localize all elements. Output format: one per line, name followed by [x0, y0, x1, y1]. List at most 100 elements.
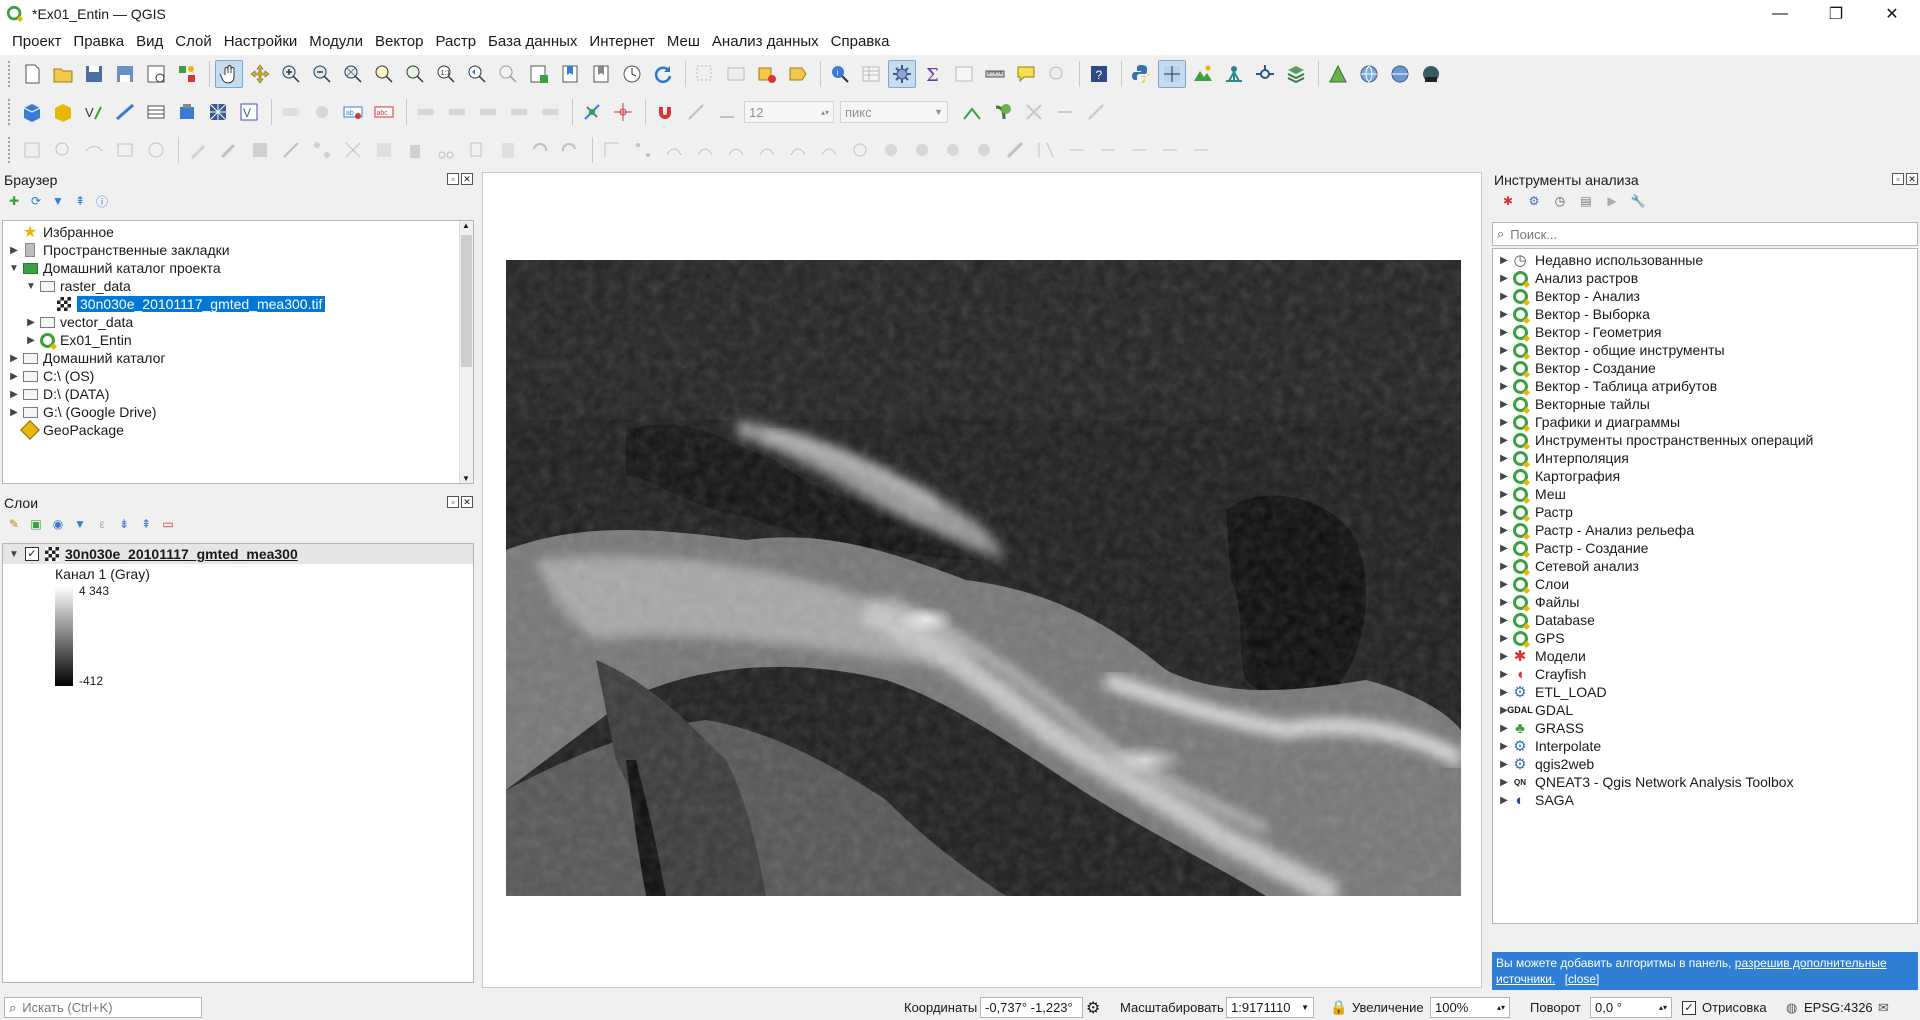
- graph-icon[interactable]: [1251, 60, 1279, 88]
- processing-group-item[interactable]: ▶ ♣ GRASS: [1493, 719, 1917, 737]
- measure-icon[interactable]: [981, 60, 1009, 88]
- results-icon[interactable]: ▤: [1578, 193, 1594, 209]
- expand-arrow-icon[interactable]: ▶: [1497, 759, 1511, 770]
- simplify-icon[interactable]: [815, 136, 843, 164]
- add-ring-icon[interactable]: [846, 136, 874, 164]
- menu-settings[interactable]: Настройки: [218, 33, 304, 50]
- processing-group-item[interactable]: ▶ Картография: [1493, 467, 1917, 485]
- label-tool-icon[interactable]: [277, 98, 305, 126]
- processing-group-item[interactable]: ▶ Интерполяция: [1493, 449, 1917, 467]
- processing-group-item[interactable]: ▶ Растр - Анализ рельефа: [1493, 521, 1917, 539]
- processing-group-item[interactable]: ▶ Database: [1493, 611, 1917, 629]
- expand-arrow-icon[interactable]: ▶: [1497, 507, 1511, 518]
- crosshair-icon[interactable]: [609, 98, 637, 126]
- delete-part-icon[interactable]: [970, 136, 998, 164]
- float-panel-icon[interactable]: ▫: [447, 173, 459, 185]
- layer-visibility-checkbox[interactable]: ✓: [25, 547, 39, 561]
- snapping-icon[interactable]: [578, 98, 606, 126]
- expand-arrow-icon[interactable]: ▶: [1497, 417, 1511, 428]
- processing-group-item[interactable]: ▶ Файлы: [1493, 593, 1917, 611]
- processing-group-item[interactable]: ▶ ⚙ ETL_LOAD: [1493, 683, 1917, 701]
- processing-search-input[interactable]: ⌕ Поиск...: [1492, 222, 1918, 246]
- processing-group-item[interactable]: ▶ Вектор - общие инструменты: [1493, 341, 1917, 359]
- info-icon[interactable]: ⓘ: [94, 193, 110, 209]
- save-project-icon[interactable]: [80, 60, 108, 88]
- expand-arrow-icon[interactable]: ▶: [1497, 651, 1511, 662]
- coords-value[interactable]: -0,737° -1,223°: [980, 997, 1083, 1018]
- expand-arrow-icon[interactable]: ▶: [7, 389, 21, 400]
- processing-group-item[interactable]: ▶ Векторные тайлы: [1493, 395, 1917, 413]
- edit-attrs-icon[interactable]: [370, 136, 398, 164]
- locator-search-input[interactable]: ⌕ Искать (Ctrl+K): [4, 997, 202, 1018]
- digitize-circle-icon[interactable]: [142, 136, 170, 164]
- label-move-icon[interactable]: [308, 98, 336, 126]
- processing-group-item[interactable]: ▶ Графики и диаграммы: [1493, 413, 1917, 431]
- field-calc-icon[interactable]: [950, 60, 978, 88]
- diagram4-icon[interactable]: [505, 98, 533, 126]
- browser-item[interactable]: ▶ D:\ (DATA): [3, 385, 473, 403]
- minimize-button[interactable]: —: [1752, 0, 1808, 28]
- terrain-icon[interactable]: [1189, 60, 1217, 88]
- digitize-point-icon[interactable]: [18, 136, 46, 164]
- extra5-digitize-icon[interactable]: [1187, 136, 1215, 164]
- layer-row[interactable]: ▼ ✓ 30n030e_20101117_gmted_mea300: [3, 544, 473, 564]
- toolbar-grip[interactable]: [8, 137, 12, 163]
- zoom-in-icon[interactable]: [277, 60, 305, 88]
- statistics-icon[interactable]: Σ: [919, 60, 947, 88]
- zoom-input[interactable]: 100% ▴▾: [1430, 997, 1510, 1018]
- scroll-thumb[interactable]: [461, 235, 472, 367]
- print-layout-icon[interactable]: [142, 60, 170, 88]
- expand-arrow-icon[interactable]: ▶: [1497, 777, 1511, 788]
- georeferencer-icon[interactable]: [1158, 60, 1186, 88]
- rotation-input[interactable]: 0,0 ° ▴▾: [1590, 997, 1672, 1018]
- expand-arrow-icon[interactable]: ▶: [7, 371, 21, 382]
- globe-plugin2-icon[interactable]: [1386, 60, 1414, 88]
- redo-icon[interactable]: [556, 136, 584, 164]
- processing-group-item[interactable]: ▶ Меш: [1493, 485, 1917, 503]
- expand-arrow-icon[interactable]: ▶: [1497, 291, 1511, 302]
- zoom-next-icon[interactable]: [494, 60, 522, 88]
- processing-group-item[interactable]: ▶ Слои: [1493, 575, 1917, 593]
- float-panel-icon[interactable]: ▫: [447, 496, 459, 508]
- add-part-icon[interactable]: [877, 136, 905, 164]
- new-project-icon[interactable]: [18, 60, 46, 88]
- processing-group-item[interactable]: ▶ ◐ SAGA: [1493, 791, 1917, 809]
- processing-group-item[interactable]: ▶ GDAL GDAL: [1493, 701, 1917, 719]
- scripts-icon[interactable]: ⚙: [1526, 193, 1542, 209]
- history-icon[interactable]: ◷: [1552, 193, 1568, 209]
- expand-arrow-icon[interactable]: ▶: [7, 407, 21, 418]
- toggle-editing-icon[interactable]: [184, 136, 212, 164]
- browser-item[interactable]: ▶ G:\ (Google Drive): [3, 403, 473, 421]
- crs-globe-icon[interactable]: ◍: [1786, 1000, 1797, 1016]
- processing-group-item[interactable]: ▶ ✱ Модели: [1493, 647, 1917, 665]
- browser-item[interactable]: ▶ Пространственные закладки: [3, 241, 473, 259]
- scale-select[interactable]: 1:9171110 ▼: [1226, 997, 1314, 1018]
- snap-self-icon[interactable]: [1020, 98, 1048, 126]
- expand-arrow-icon[interactable]: ▶: [24, 335, 38, 346]
- delete-icon[interactable]: [401, 136, 429, 164]
- style-icon[interactable]: ✎: [6, 516, 22, 532]
- vertex-tool-icon[interactable]: [308, 136, 336, 164]
- expand-arrow-icon[interactable]: ▶: [1497, 543, 1511, 554]
- annotation-icon[interactable]: [1043, 60, 1071, 88]
- crs-value[interactable]: EPSG:4326: [1804, 1000, 1873, 1015]
- snap-unit-select[interactable]: пикс ▼: [840, 101, 948, 123]
- menu-mesh[interactable]: Меш: [661, 33, 706, 50]
- filter-legend-icon[interactable]: ▼: [72, 516, 88, 532]
- processing-group-item[interactable]: ▶ Сетевой анализ: [1493, 557, 1917, 575]
- menu-layer[interactable]: Слой: [169, 33, 217, 50]
- fill-ring-icon[interactable]: [908, 136, 936, 164]
- zoom-selection-icon[interactable]: [370, 60, 398, 88]
- menu-edit[interactable]: Правка: [67, 33, 130, 50]
- globe-plugin-icon[interactable]: [1355, 60, 1383, 88]
- expand-arrow-icon[interactable]: ▶: [1497, 255, 1511, 266]
- menu-help[interactable]: Справка: [825, 33, 896, 50]
- expand-arrow-icon[interactable]: ▶: [1497, 471, 1511, 482]
- select-value-icon[interactable]: [722, 60, 750, 88]
- menu-view[interactable]: Вид: [130, 33, 169, 50]
- expand-arrow-icon[interactable]: ▶: [1497, 579, 1511, 590]
- collapse-arrow-icon[interactable]: ▼: [7, 549, 21, 560]
- paste-icon[interactable]: [494, 136, 522, 164]
- models-icon[interactable]: ✱: [1500, 193, 1516, 209]
- close-panel-icon[interactable]: ✕: [461, 496, 473, 508]
